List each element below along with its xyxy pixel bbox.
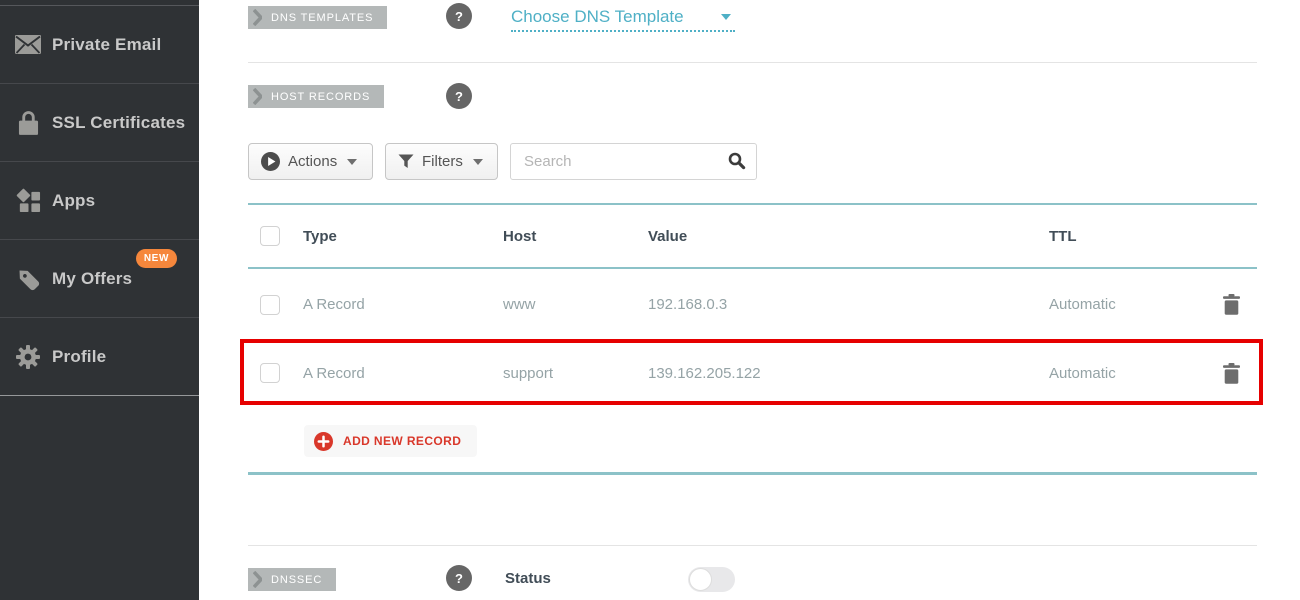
sidebar-item-private-email[interactable]: Private Email <box>0 6 199 84</box>
help-glyph: ? <box>455 571 463 586</box>
column-header-type: Type <box>303 228 503 245</box>
new-badge: NEW <box>136 249 177 268</box>
sidebar-item-label: SSL Certificates <box>52 113 185 133</box>
sidebar-item-my-offers[interactable]: My Offers NEW <box>0 240 199 318</box>
table-row: A Record www 192.168.0.3 Automatic <box>248 269 1257 340</box>
sidebar-item-apps[interactable]: Apps <box>0 162 199 240</box>
cell-ttl: Automatic <box>1049 296 1205 313</box>
select-all-checkbox[interactable] <box>260 226 280 246</box>
column-header-ttl: TTL <box>1049 228 1205 245</box>
row-checkbox[interactable] <box>260 295 280 315</box>
filters-button[interactable]: Filters <box>385 143 498 180</box>
chevron-right-icon <box>253 9 262 26</box>
dnssec-toggle[interactable] <box>688 567 735 592</box>
section-tag-host-records: HOST RECORDS <box>248 85 384 108</box>
delete-record-button[interactable] <box>1223 294 1240 315</box>
sidebar-item-profile[interactable]: Profile <box>0 318 199 396</box>
help-icon[interactable]: ? <box>446 3 472 29</box>
cell-ttl: Automatic <box>1049 365 1205 382</box>
advanced-dns-panel: DNS TEMPLATES ? Choose DNS Template HOST… <box>199 0 1300 600</box>
sidebar-item-label: Profile <box>52 347 106 367</box>
table-bottom-border <box>248 472 1257 475</box>
envelope-icon <box>13 35 43 54</box>
section-tag-dnssec: DNSSEC <box>248 568 336 591</box>
cell-type: A Record <box>303 296 503 313</box>
column-header-host: Host <box>503 228 648 245</box>
row-checkbox[interactable] <box>260 363 280 383</box>
tag-icon <box>13 266 43 292</box>
cell-value: 139.162.205.122 <box>648 365 1049 382</box>
help-icon[interactable]: ? <box>446 565 472 591</box>
sidebar-item-label: Apps <box>52 191 95 211</box>
help-glyph: ? <box>455 9 463 24</box>
chevron-down-icon <box>721 14 731 20</box>
chevron-right-icon <box>253 571 262 588</box>
sidebar: Private Email SSL Certificates Apps My O… <box>0 0 199 600</box>
dnssec-status-label: Status <box>505 570 551 587</box>
cell-value: 192.168.0.3 <box>648 296 1049 313</box>
section-divider <box>248 62 1257 63</box>
chevron-down-icon <box>347 159 357 165</box>
sidebar-item-label: Private Email <box>52 35 161 55</box>
cell-host: www <box>503 296 648 313</box>
actions-button[interactable]: Actions <box>248 143 373 180</box>
search-box <box>510 143 757 180</box>
add-new-record-label: ADD NEW RECORD <box>343 434 461 448</box>
section-tag-dns-templates: DNS TEMPLATES <box>248 6 387 29</box>
gear-icon <box>13 344 43 370</box>
section-tag-label: HOST RECORDS <box>271 91 370 103</box>
column-header-value: Value <box>648 228 1049 245</box>
search-icon[interactable] <box>728 152 746 170</box>
cell-host: support <box>503 365 648 382</box>
table-row: A Record support 139.162.205.122 Automat… <box>248 340 1257 406</box>
search-input[interactable] <box>510 143 757 180</box>
plus-circle-icon <box>314 432 333 451</box>
sidebar-item-label: My Offers <box>52 269 132 289</box>
section-tag-label: DNSSEC <box>271 574 322 586</box>
apps-icon <box>13 188 43 213</box>
chevron-right-icon <box>253 88 262 105</box>
filters-label: Filters <box>422 153 463 170</box>
host-records-table: Type Host Value TTL A Record www 192.168… <box>248 203 1257 406</box>
sidebar-items: Private Email SSL Certificates Apps My O… <box>0 5 199 396</box>
sidebar-item-ssl-certificates[interactable]: SSL Certificates <box>0 84 199 162</box>
add-new-record-button[interactable]: ADD NEW RECORD <box>304 425 477 457</box>
actions-label: Actions <box>288 153 337 170</box>
toggle-knob <box>689 568 712 591</box>
funnel-icon <box>398 154 414 169</box>
help-icon[interactable]: ? <box>446 83 472 109</box>
dns-template-dropdown-label: Choose DNS Template <box>511 7 684 27</box>
chevron-down-icon <box>473 159 483 165</box>
cell-type: A Record <box>303 365 503 382</box>
play-circle-icon <box>261 152 280 171</box>
dns-template-dropdown[interactable]: Choose DNS Template <box>511 3 735 32</box>
section-tag-label: DNS TEMPLATES <box>271 12 373 24</box>
delete-record-button[interactable] <box>1223 363 1240 384</box>
section-divider <box>248 545 1257 546</box>
table-header-row: Type Host Value TTL <box>248 203 1257 269</box>
lock-icon <box>13 110 43 136</box>
help-glyph: ? <box>455 89 463 104</box>
